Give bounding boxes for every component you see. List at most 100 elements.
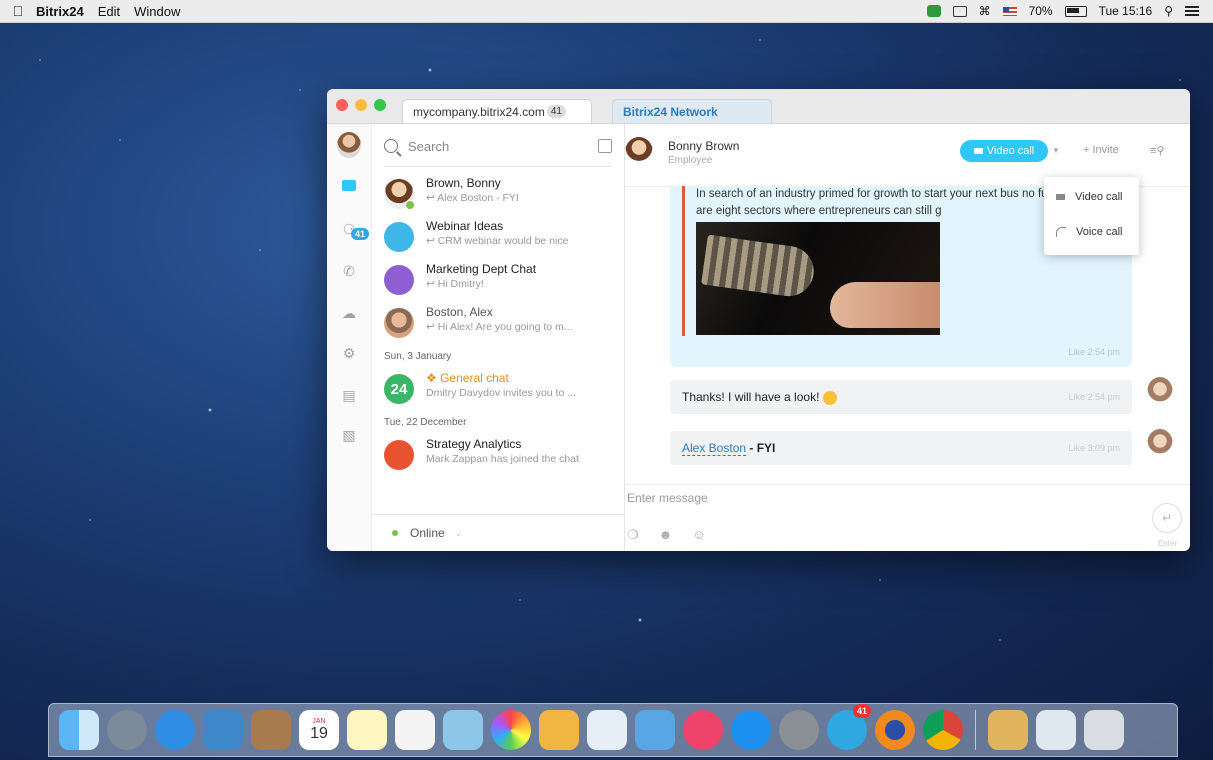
chat-name: Strategy Analytics <box>426 437 522 451</box>
tab-bitrix24-network[interactable]: Bitrix24 Network <box>612 99 772 123</box>
status-selector[interactable]: Online ⌄ <box>372 514 624 551</box>
settings-icon[interactable]: ⚙ <box>338 342 360 364</box>
pages-icon[interactable] <box>539 710 579 750</box>
compose-icon[interactable] <box>598 139 612 153</box>
user-avatar[interactable] <box>337 132 361 158</box>
attachment-image[interactable] <box>696 222 940 335</box>
cloud-icon[interactable]: ☁ <box>338 302 360 324</box>
menu-item-label: Voice call <box>1076 226 1123 238</box>
send-button[interactable]: ↵ <box>1152 503 1182 533</box>
input-source-flag-icon[interactable] <box>1002 6 1017 16</box>
reminders-icon[interactable] <box>395 710 435 750</box>
call-dropdown-icon[interactable]: ▼ <box>1052 146 1060 155</box>
airplay-icon[interactable] <box>952 5 967 17</box>
menu-window[interactable]: Window <box>134 4 180 19</box>
calendar-icon[interactable]: JAN 19 <box>299 710 339 750</box>
contact-avatar[interactable] <box>625 137 653 167</box>
bitrix-tray-icon[interactable] <box>926 5 941 17</box>
mail-icon[interactable] <box>203 710 243 750</box>
chat-item-webinar-ideas[interactable]: Webinar Ideas ↩ CRM webinar would be nice <box>384 219 614 259</box>
history-search-icon[interactable]: ≡⚲ <box>1150 144 1164 157</box>
trash-icon[interactable] <box>1084 710 1124 750</box>
archive-utility-icon[interactable] <box>988 710 1028 750</box>
sender-avatar[interactable] <box>1147 429 1173 459</box>
phone-icon <box>1056 227 1066 237</box>
chat-item-marketing-dept[interactable]: Marketing Dept Chat ↩ Hi Dmitry! <box>384 262 614 302</box>
tasks-icon[interactable]: ▤ <box>338 384 360 406</box>
invite-button[interactable]: + Invite <box>1083 144 1119 156</box>
video-call-button[interactable]: Video call <box>960 140 1048 162</box>
finder-icon[interactable] <box>59 710 99 750</box>
system-preferences-icon[interactable] <box>779 710 819 750</box>
human-hand-icon <box>830 282 940 328</box>
calendar-month: JAN <box>312 717 326 725</box>
tab-mycompany[interactable]: mycompany.bitrix24.com 41 <box>402 99 592 123</box>
calendar-day: 19 <box>310 724 328 742</box>
smile-emoji-icon <box>823 390 838 405</box>
message-input[interactable]: Enter message <box>627 491 708 505</box>
emoji-icon[interactable]: ☺ <box>692 527 705 543</box>
notes-icon[interactable] <box>347 710 387 750</box>
status-label: Online <box>410 526 445 540</box>
chat-item-general-chat[interactable]: 24 ❖ General chat Dmitry Davydov invites … <box>384 371 614 411</box>
zoom-button[interactable] <box>374 99 386 111</box>
chat-name: Brown, Bonny <box>426 176 501 190</box>
chat-item-bonny-brown[interactable]: Brown, Bonny ↩ Alex Boston - FYI <box>384 176 614 216</box>
menu-item-video-call[interactable]: Video call <box>1056 187 1123 207</box>
message-bubble: Alex Boston - FYI Like 3:09 pm <box>670 431 1132 465</box>
chat-preview: ↩ Hi Dmitry! <box>426 278 484 290</box>
menu-item-voice-call[interactable]: Voice call <box>1056 222 1122 242</box>
app-store-icon[interactable] <box>731 710 771 750</box>
close-button[interactable] <box>336 99 348 111</box>
chat-preview: ↩ Hi Alex! Are you going to m... <box>426 321 573 333</box>
phone-icon[interactable]: ✆ <box>338 260 360 282</box>
sender-avatar[interactable] <box>1147 377 1173 407</box>
minimize-button[interactable] <box>355 99 367 111</box>
general-chat-label: General chat <box>440 371 509 385</box>
battery-icon[interactable] <box>1064 5 1087 17</box>
bitrix24-dock-icon[interactable]: 41 <box>827 704 871 750</box>
online-dot-icon <box>392 530 398 536</box>
notifications-badge: 41 <box>351 228 370 240</box>
spotlight-search-icon[interactable]: ⚲ <box>1164 4 1173 18</box>
search-bar[interactable]: Search <box>384 134 612 158</box>
contacts-icon[interactable] <box>251 710 291 750</box>
divider <box>384 166 612 167</box>
mention-link[interactable]: Alex Boston <box>682 441 747 456</box>
firefox-icon[interactable] <box>875 710 915 750</box>
chat-item-alex-boston[interactable]: Boston, Alex ↩ Hi Alex! Are you going to … <box>384 305 614 345</box>
itunes-icon[interactable] <box>683 710 723 750</box>
robot-hand-icon <box>701 234 817 300</box>
contact-icon[interactable]: ☻ <box>659 527 673 543</box>
megaphone-avatar-icon <box>384 440 414 470</box>
safari-icon[interactable] <box>155 710 195 750</box>
chat-item-strategy-analytics[interactable]: Strategy Analytics Mark Zappan has joined… <box>384 437 614 477</box>
keynote-icon[interactable] <box>635 710 675 750</box>
menu-app-name[interactable]: Bitrix24 <box>36 4 84 19</box>
search-input[interactable]: Search <box>408 139 449 154</box>
photos-icon[interactable] <box>491 710 531 750</box>
notification-center-icon[interactable] <box>1185 6 1199 16</box>
launchpad-icon[interactable] <box>107 710 147 750</box>
numbers-icon[interactable] <box>587 710 627 750</box>
apple-icon[interactable]:  <box>0 3 36 19</box>
documents-icon[interactable]: ▧ <box>338 424 360 446</box>
left-rail: ⚆ 41 ✆ ☁ ⚙ ▤ ▧ <box>327 124 372 551</box>
attach-icon[interactable]: ❍ <box>627 527 639 543</box>
chat-icon[interactable] <box>338 174 360 196</box>
camera-icon <box>973 148 983 154</box>
chat-preview: Mark Zappan has joined the chat <box>426 453 579 465</box>
chrome-icon[interactable] <box>923 710 963 750</box>
video-call-label: Video call <box>986 145 1035 157</box>
maps-icon[interactable] <box>443 710 483 750</box>
contact-name[interactable]: Bonny Brown <box>668 139 739 153</box>
message-bubble: Thanks! I will have a look! Like 2:54 pm <box>670 380 1132 414</box>
clock[interactable]: Tue 15:16 <box>1099 4 1153 18</box>
preview-icon[interactable] <box>1036 710 1076 750</box>
wifi-icon[interactable]: ⌘ <box>979 4 991 18</box>
message-text: Alex Boston - FYI <box>682 441 775 456</box>
message-composer: Enter message ❍ ☻ ☺ ↵ Enter <box>625 484 1190 551</box>
notifications-icon[interactable]: ⚆ 41 <box>338 218 370 240</box>
menu-edit[interactable]: Edit <box>98 4 120 19</box>
battery-percent[interactable]: 70% <box>1029 4 1053 18</box>
